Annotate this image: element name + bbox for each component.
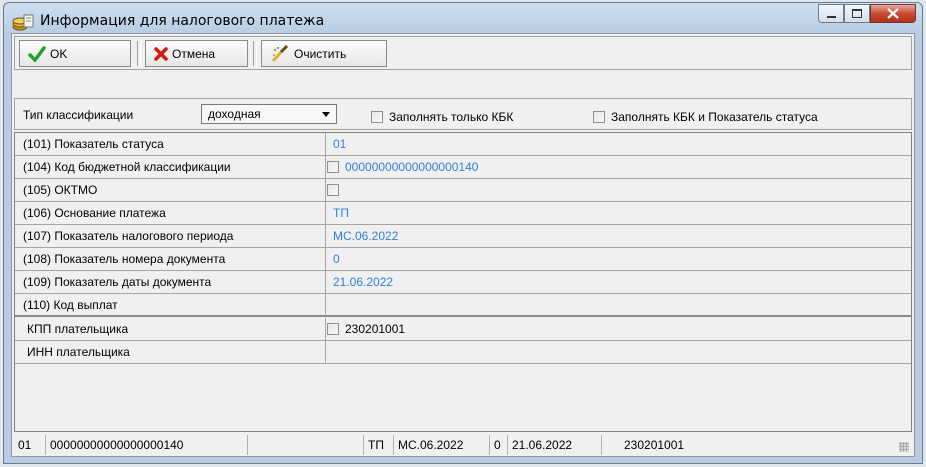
dropdown-arrow-icon — [322, 112, 330, 117]
field-label: (101) Показатель статуса — [15, 133, 326, 155]
field-row-101[interactable]: (101) Показатель статуса 01 — [15, 133, 911, 156]
field-label: (109) Показатель даты документа — [15, 271, 326, 293]
status-bar: 01 00000000000000000140 ТП МС.06.2022 0 … — [14, 435, 912, 455]
clear-button[interactable]: Очистить — [261, 40, 387, 67]
only-kbk-label: Заполнять только КБК — [389, 110, 514, 124]
cancel-button-label: Отмена — [172, 46, 216, 61]
status-panel-oktmo — [248, 435, 364, 455]
eraser-brush-icon — [270, 44, 290, 63]
field-row-104[interactable]: (104) Код бюджетной классификации 000000… — [15, 156, 911, 179]
field-row-107[interactable]: (107) Показатель налогового периода МС.0… — [15, 225, 911, 248]
field-label: (108) Показатель номера документа — [15, 248, 326, 270]
kbk-and-status-label: Заполнять КБК и Показатель статуса — [611, 110, 818, 124]
field-label: (106) Основание платежа — [15, 202, 326, 224]
status-panel-basis: ТП — [364, 435, 394, 455]
ok-button[interactable]: OK — [19, 40, 131, 67]
clear-button-label: Очистить — [294, 46, 347, 61]
field-row-110[interactable]: (110) Код выплат — [15, 294, 911, 317]
status-panel-doc-date: 21.06.2022 — [508, 435, 602, 455]
cancel-button[interactable]: Отмена — [145, 40, 248, 67]
minimize-button[interactable] — [818, 4, 844, 23]
minimize-icon — [826, 15, 836, 18]
close-icon — [887, 8, 899, 19]
classification-type-select[interactable]: доходная — [201, 104, 337, 124]
close-button[interactable] — [870, 4, 916, 23]
field-checkbox[interactable] — [327, 161, 339, 173]
field-label: (110) Код выплат — [15, 294, 326, 316]
field-checkbox[interactable] — [327, 323, 339, 335]
cross-icon — [154, 46, 168, 61]
status-panel-period: МС.06.2022 — [394, 435, 490, 455]
field-label: (105) ОКТМО — [15, 179, 326, 201]
field-row-108[interactable]: (108) Показатель номера документа 0 — [15, 248, 911, 271]
field-value[interactable]: 01 — [333, 133, 346, 155]
field-label: ИНН плательщика — [15, 341, 326, 363]
ok-button-label: OK — [50, 46, 68, 61]
classification-type-value: доходная — [208, 107, 261, 121]
coins-app-icon — [12, 12, 34, 32]
maximize-icon — [852, 9, 862, 18]
dialog-body: OK Отмена Очистить Тип классификации дох… — [11, 33, 915, 457]
field-row-106[interactable]: (106) Основание платежа ТП — [15, 202, 911, 225]
classification-filter-bar: Тип классификации доходная Заполнять тол… — [14, 98, 912, 130]
status-panel-doc-number: 0 — [490, 435, 508, 455]
payment-fields-grid: (101) Показатель статуса 01 (104) Код бю… — [14, 132, 912, 432]
caption-buttons — [818, 4, 916, 23]
toolbar: OK Отмена Очистить — [14, 36, 912, 70]
checkmark-icon — [28, 45, 46, 62]
field-value[interactable]: МС.06.2022 — [333, 225, 398, 247]
field-row-inn[interactable]: ИНН плательщика — [15, 341, 911, 364]
window-title: Информация для налогового платежа — [40, 13, 325, 29]
maximize-button[interactable] — [844, 4, 870, 23]
field-row-109[interactable]: (109) Показатель даты документа 21.06.20… — [15, 271, 911, 294]
status-panel-status: 01 — [14, 435, 46, 455]
field-value[interactable]: 00000000000000000140 — [345, 156, 478, 178]
field-row-105[interactable]: (105) ОКТМО — [15, 179, 911, 202]
field-value[interactable]: 21.06.2022 — [333, 271, 393, 293]
field-value[interactable]: 0 — [333, 248, 340, 270]
toolbar-separator — [253, 41, 257, 66]
kbk-and-status-checkbox[interactable] — [593, 111, 605, 123]
field-value[interactable]: 230201001 — [345, 318, 405, 340]
tax-payment-window: Информация для налогового платежа OK Отм… — [3, 2, 923, 464]
classification-type-label: Тип классификации — [23, 108, 134, 122]
only-kbk-checkbox[interactable] — [371, 111, 383, 123]
status-panel-kpp: 230201001 — [624, 438, 685, 452]
field-value[interactable]: ТП — [333, 202, 349, 224]
field-label: (104) Код бюджетной классификации — [15, 156, 326, 178]
field-label: КПП плательщика — [15, 318, 326, 340]
status-panel-kbk: 00000000000000000140 — [46, 435, 248, 455]
toolbar-separator — [137, 41, 141, 66]
field-checkbox[interactable] — [327, 184, 339, 196]
resize-grip-icon[interactable] — [899, 442, 909, 452]
field-label: (107) Показатель налогового периода — [15, 225, 326, 247]
field-row-kpp[interactable]: КПП плательщика 230201001 — [15, 318, 911, 341]
